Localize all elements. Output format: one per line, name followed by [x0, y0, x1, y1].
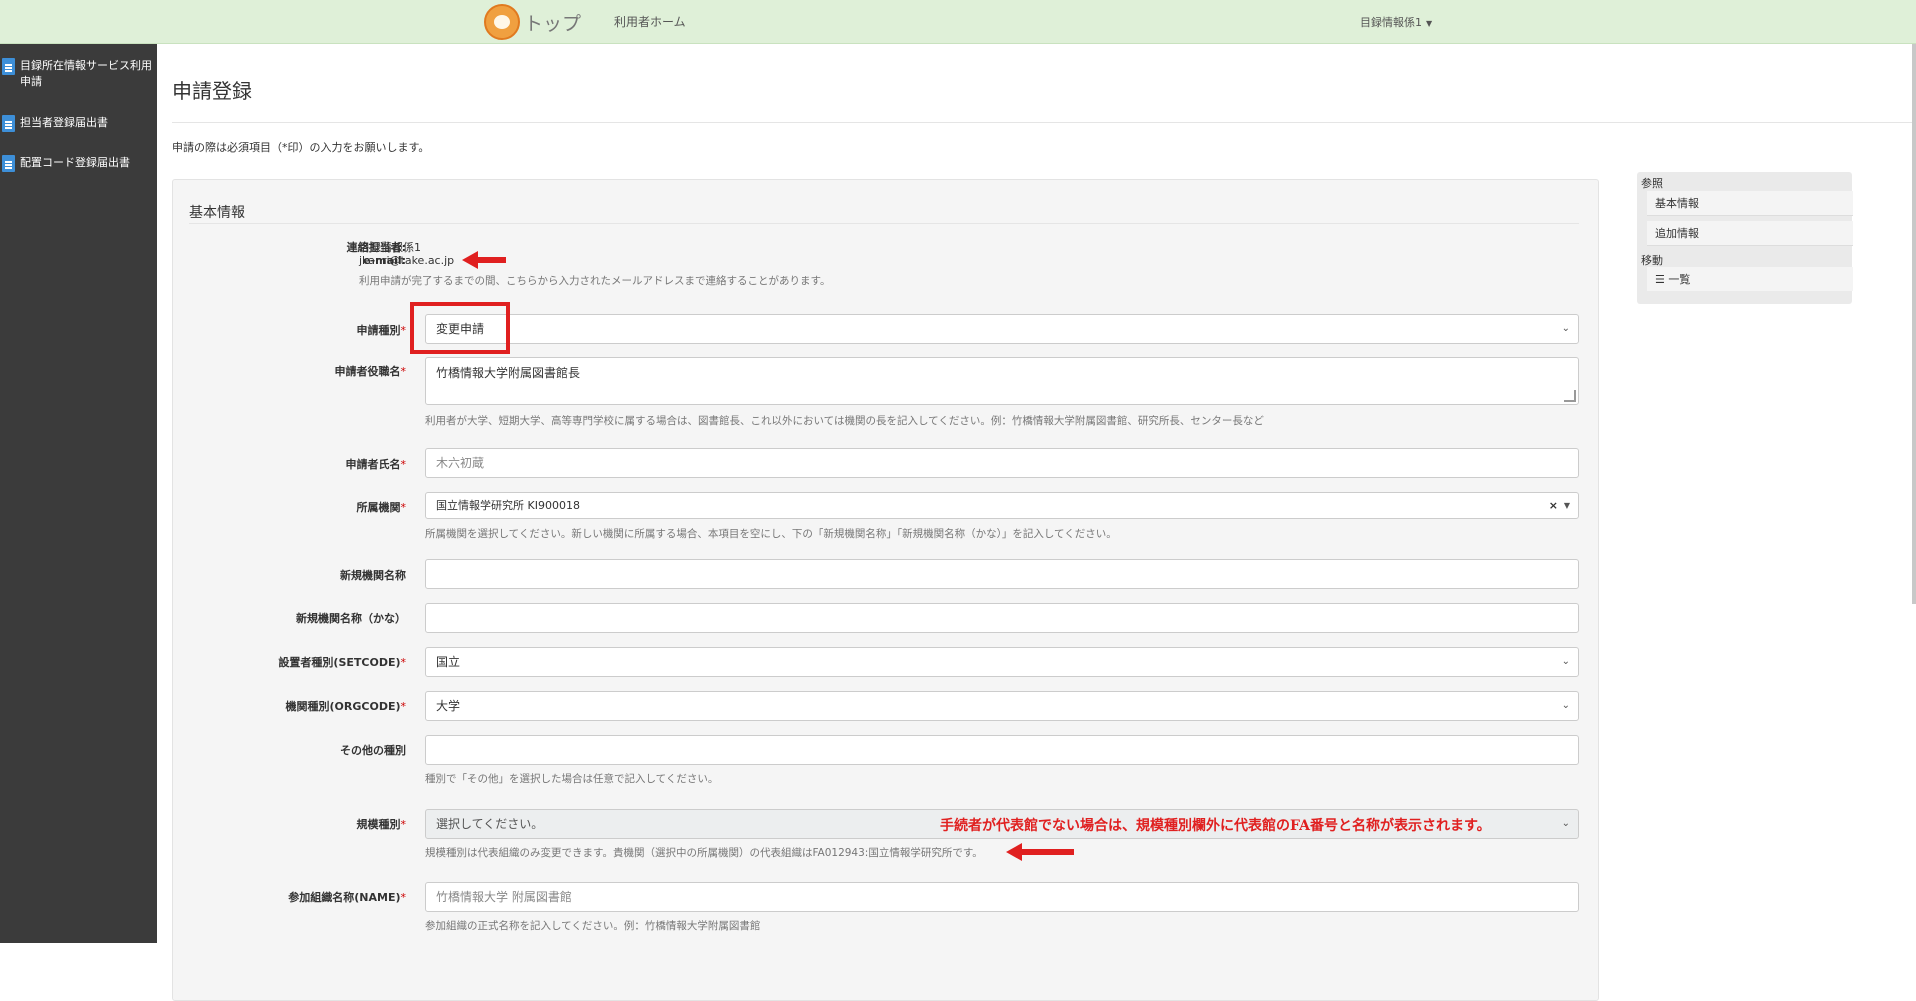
section-title: 基本情報 — [189, 205, 245, 221]
orgcode-label-text: 機関種別(ORGCODE) — [285, 700, 401, 713]
divider — [172, 122, 1916, 123]
sidebar: 目録所在情報サービス利用申請 担当者登録届出書 配置コード登録届出書 — [0, 44, 157, 943]
required-mark: * — [400, 891, 407, 904]
chevron-down-icon: ⌄ — [1561, 323, 1570, 334]
scale-label: 規模種別* — [357, 816, 407, 832]
new-org-name-label: 新規機関名称 — [340, 569, 406, 582]
required-notice: 申請の際は必須項目（*印）の入力をお願いします。 — [172, 141, 430, 154]
required-mark: * — [400, 818, 407, 831]
close-icon[interactable]: × — [1549, 493, 1558, 518]
org-select[interactable]: 国立情報学研究所 KI900018 × ▼ — [425, 492, 1579, 519]
user-menu-dropdown[interactable]: 目録情報係1 ▼ — [1360, 14, 1432, 30]
email-help: 利用申請が完了するまでの間、こちらから入力されたメールアドレスまで連絡することが… — [359, 275, 831, 287]
org-name-input[interactable]: 竹橋情報大学 附属図書館 — [425, 882, 1579, 912]
applicant-title-value: 竹橋情報大学附属図書館長 — [436, 366, 581, 380]
required-mark: * — [400, 656, 407, 669]
page-title: 申請登録 — [172, 79, 252, 103]
caret-down-icon: ▼ — [1426, 19, 1433, 28]
setcode-label-text: 設置者種別(SETCODE) — [278, 656, 401, 669]
sidebar-item-label: 目録所在情報サービス利用申請 — [20, 59, 152, 88]
app-type-label-text: 申請種別 — [356, 324, 401, 337]
org-value: 国立情報学研究所 KI900018 — [436, 499, 580, 512]
new-org-kana-input[interactable] — [425, 603, 1579, 633]
app-type-select[interactable]: 変更申請 ⌄ — [425, 314, 1579, 344]
new-org-name-input[interactable] — [425, 559, 1579, 589]
cat-logo-icon — [484, 4, 520, 40]
required-mark: * — [400, 700, 407, 713]
scale-help: 規模種別は代表組織のみ変更できます。貴機関（選択中の所属機関）の代表組織はFA0… — [425, 847, 983, 859]
org-name-help: 参加組織の正式名称を記入してください。例：竹橋情報大学附属図書館 — [425, 920, 761, 932]
caret-down-icon: ▼ — [1563, 501, 1570, 510]
applicant-title-textarea[interactable]: 竹橋情報大学附属図書館長 — [425, 357, 1579, 405]
applicant-name-label: 申請者氏名* — [346, 456, 407, 472]
move-heading: 移動 — [1641, 254, 1663, 267]
highlight-box — [410, 302, 510, 354]
contact-value: 目録情報係1 — [359, 241, 421, 254]
setcode-select[interactable]: 国立 ⌄ — [425, 647, 1579, 677]
org-label-text: 所属機関 — [356, 501, 401, 514]
document-icon — [2, 115, 15, 132]
sidebar-item-location-code[interactable]: 配置コード登録届出書 — [0, 155, 157, 172]
divider — [189, 223, 1579, 224]
chevron-down-icon: ⌄ — [1561, 700, 1570, 711]
applicant-title-label-text: 申請者役職名 — [334, 365, 401, 378]
user-home-link[interactable]: 利用者ホーム — [614, 13, 686, 30]
orgcode-select[interactable]: 大学 ⌄ — [425, 691, 1579, 721]
applicant-title-help: 利用者が大学、短期大学、高等専門学校に属する場合は、図書館長、これ以外においては… — [425, 415, 1264, 427]
org-help: 所属機関を選択してください。新しい機関に所属する場合、本項目を空にし、下の「新規… — [425, 528, 1117, 540]
resize-grip-icon[interactable] — [1564, 390, 1576, 402]
sidebar-item-label: 配置コード登録届出書 — [20, 156, 130, 169]
user-menu-label: 目録情報係1 — [1360, 16, 1422, 29]
org-name-label: 参加組織名称(NAME)* — [288, 889, 406, 905]
other-type-label: その他の種別 — [340, 744, 406, 757]
org-name-placeholder: 竹橋情報大学 附属図書館 — [436, 890, 572, 904]
chevron-down-icon: ⌄ — [1561, 818, 1570, 829]
reference-panel: 参照 基本情報 追加情報 移動 ☰ 一覧 — [1637, 172, 1853, 304]
sidebar-item-label: 担当者登録届出書 — [20, 116, 108, 129]
nav-list-link[interactable]: ☰ 一覧 — [1647, 267, 1853, 291]
annotation-arrow-scale — [1006, 843, 1074, 861]
annotation-arrow-email — [462, 251, 506, 269]
required-mark: * — [400, 365, 407, 378]
scale-value: 選択してください。 — [436, 817, 544, 831]
setcode-label: 設置者種別(SETCODE)* — [278, 654, 406, 670]
email-value: jkanri@take.ac.jp — [359, 254, 455, 267]
scale-label-text: 規模種別 — [356, 818, 401, 831]
new-org-kana-label: 新規機関名称（かな） — [296, 612, 406, 625]
brand-label: トップ — [524, 12, 582, 35]
top-navbar: トップ 利用者ホーム 目録情報係1 ▼ — [0, 0, 1916, 44]
other-type-input[interactable] — [425, 735, 1579, 765]
applicant-title-label: 申請者役職名* — [335, 363, 407, 379]
brand-link[interactable]: トップ — [484, 4, 581, 40]
reference-heading: 参照 — [1641, 177, 1663, 190]
orgcode-value: 大学 — [436, 699, 461, 713]
chevron-down-icon: ⌄ — [1561, 656, 1570, 667]
nav-basic-info-link[interactable]: 基本情報 — [1647, 191, 1853, 216]
org-label: 所属機関* — [357, 499, 407, 515]
applicant-name-placeholder: 木六初蔵 — [436, 456, 485, 470]
app-type-label: 申請種別* — [357, 322, 407, 338]
basic-info-panel: 基本情報 連絡担当者: 目録情報係1 e-mail: jkanri@take.a… — [172, 179, 1599, 1001]
required-mark: * — [400, 324, 407, 337]
orgcode-label: 機関種別(ORGCODE)* — [286, 698, 406, 714]
org-name-label-text: 参加組織名称(NAME) — [288, 891, 401, 904]
other-type-help: 種別で「その他」を選択した場合は任意で記入してください。 — [425, 773, 719, 785]
required-mark: * — [400, 458, 407, 471]
sidebar-item-staff-registration[interactable]: 担当者登録届出書 — [0, 115, 157, 132]
document-icon — [2, 155, 15, 172]
sidebar-item-catalog-service[interactable]: 目録所在情報サービス利用申請 — [0, 58, 157, 90]
nav-additional-info-link[interactable]: 追加情報 — [1647, 221, 1853, 246]
scrollbar[interactable] — [1912, 44, 1916, 604]
setcode-value: 国立 — [436, 655, 461, 669]
applicant-name-input[interactable]: 木六初蔵 — [425, 448, 1579, 478]
required-mark: * — [400, 501, 407, 514]
applicant-name-label-text: 申請者氏名 — [345, 458, 401, 471]
annotation-text: 手続者が代表館でない場合は、規模種別欄外に代表館のFA番号と名称が表示されます。 — [940, 818, 1491, 834]
document-icon — [2, 58, 15, 75]
